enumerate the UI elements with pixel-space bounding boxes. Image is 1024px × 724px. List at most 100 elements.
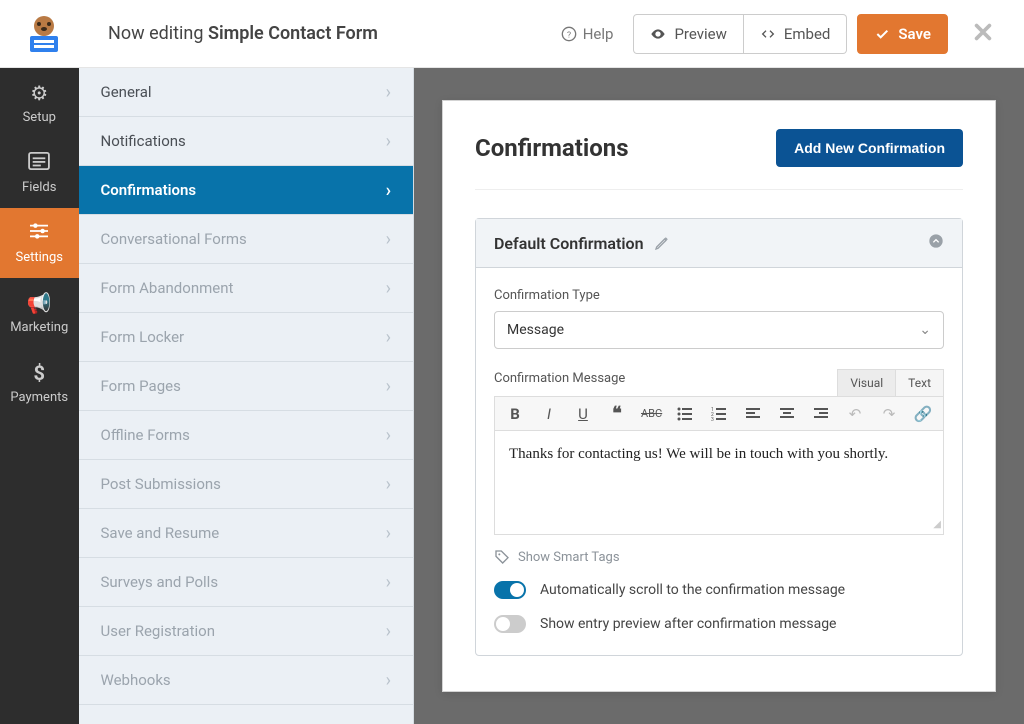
- dollar-icon: $: [34, 361, 45, 385]
- sidebar-item-user-registration[interactable]: User Registration ›: [79, 607, 414, 656]
- entry-preview-toggle[interactable]: [494, 615, 526, 633]
- confirmations-panel: Confirmations Add New Confirmation Defau…: [442, 100, 996, 692]
- bullet-list-button[interactable]: [675, 407, 695, 421]
- sidebar-item-form-pages[interactable]: Form Pages ›: [79, 362, 414, 411]
- undo-button[interactable]: ↶: [845, 405, 865, 423]
- chevron-right-icon: ›: [386, 131, 391, 152]
- nav-item-fields[interactable]: Fields: [0, 138, 79, 208]
- sidebar-item-label: Offline Forms: [101, 426, 190, 444]
- embed-button[interactable]: Embed: [744, 14, 848, 54]
- sidebar-item-offline-forms[interactable]: Offline Forms ›: [79, 411, 414, 460]
- toggle-label: Show entry preview after confirmation me…: [540, 616, 836, 632]
- nav-label: Setup: [23, 110, 56, 125]
- main: ⚙ Setup Fields Settings 📢 Marketing $ Pa…: [0, 68, 1024, 724]
- editing-label: Now editing Simple Contact Form: [88, 23, 378, 44]
- strike-button[interactable]: ABC: [641, 407, 661, 420]
- add-new-confirmation-button[interactable]: Add New Confirmation: [776, 129, 963, 167]
- sidebar-item-form-abandonment[interactable]: Form Abandonment›: [79, 264, 414, 313]
- sidebar-item-label: User Registration: [101, 622, 216, 640]
- pencil-icon[interactable]: [654, 235, 670, 251]
- resize-grip-icon[interactable]: ◢: [933, 517, 941, 533]
- preview-embed-group: Preview Embed: [633, 14, 847, 54]
- sidebar-item-conversational-forms[interactable]: Conversational Forms›: [79, 215, 414, 264]
- toggle-auto-scroll: Automatically scroll to the confirmation…: [494, 581, 944, 599]
- sidebar-item-label: General: [101, 83, 152, 101]
- nav-label: Settings: [16, 250, 63, 265]
- card-head[interactable]: Default Confirmation: [476, 219, 962, 268]
- underline-button[interactable]: U: [573, 405, 593, 423]
- panel-head: Confirmations Add New Confirmation: [475, 129, 963, 190]
- preview-button[interactable]: Preview: [633, 14, 743, 54]
- help-link[interactable]: ? Help: [551, 17, 624, 51]
- list-icon: [28, 151, 50, 175]
- card-body: Confirmation Type Message ⌄ Confirmation…: [476, 268, 962, 655]
- sidebar-item-label: Form Locker: [101, 328, 185, 346]
- help-icon: ?: [561, 26, 577, 42]
- chevron-right-icon: ›: [386, 425, 391, 446]
- sidebar-item-notifications[interactable]: Notifications›: [79, 117, 414, 166]
- sidebar-item-webhooks[interactable]: Webhooks ›: [79, 656, 414, 705]
- message-editor[interactable]: Thanks for contacting us! We will be in …: [494, 431, 944, 535]
- close-button[interactable]: [958, 9, 1008, 58]
- collapse-toggle[interactable]: [928, 233, 944, 253]
- link-button[interactable]: 🔗: [913, 405, 933, 423]
- sidebar-item-label: Webhooks: [101, 671, 171, 689]
- tab-visual[interactable]: Visual: [837, 369, 896, 396]
- sidebar-item-post-submissions[interactable]: Post Submissions›: [79, 460, 414, 509]
- editing-prefix: Now editing: [108, 23, 208, 44]
- numbered-list-button[interactable]: 123: [709, 407, 729, 421]
- sliders-icon: [28, 221, 50, 245]
- tag-icon: [494, 549, 510, 565]
- sidebar-item-label: Post Submissions: [101, 475, 221, 493]
- confirmation-card: Default Confirmation Confirmation Type M…: [475, 218, 963, 656]
- italic-button[interactable]: I: [539, 405, 559, 423]
- nav-item-marketing[interactable]: 📢 Marketing: [0, 278, 79, 348]
- nav-item-payments[interactable]: $ Payments: [0, 348, 79, 418]
- sidebar-item-confirmations[interactable]: Confirmations›: [79, 166, 414, 215]
- confirmation-type-label: Confirmation Type: [494, 288, 944, 303]
- help-label: Help: [583, 25, 614, 43]
- sidebar-item-label: Confirmations: [101, 181, 197, 199]
- nav-item-setup[interactable]: ⚙ Setup: [0, 68, 79, 138]
- chevron-right-icon: ›: [386, 327, 391, 348]
- show-smart-tags-link[interactable]: Show Smart Tags: [494, 549, 944, 565]
- align-right-button[interactable]: [811, 408, 831, 420]
- embed-label: Embed: [784, 25, 831, 43]
- sidebar-item-label: Form Abandonment: [101, 279, 234, 297]
- sidebar-item-label: Save and Resume: [101, 524, 220, 542]
- app-logo: [0, 0, 88, 68]
- chevron-right-icon: ›: [386, 670, 391, 691]
- svg-text:?: ?: [567, 30, 571, 40]
- card-title: Default Confirmation: [494, 234, 670, 253]
- chevron-right-icon: ›: [386, 621, 391, 642]
- confirmation-type-select[interactable]: Message ⌄: [494, 311, 944, 349]
- align-left-button[interactable]: [743, 408, 763, 420]
- redo-button[interactable]: ↷: [879, 405, 899, 423]
- gear-icon: ⚙: [30, 81, 48, 105]
- toggle-entry-preview: Show entry preview after confirmation me…: [494, 615, 944, 633]
- sidebar-item-save-and-resume[interactable]: Save and Resume›: [79, 509, 414, 558]
- blockquote-button[interactable]: ❝: [607, 403, 627, 424]
- nav-label: Fields: [22, 180, 56, 195]
- svg-text:3: 3: [711, 417, 714, 421]
- card-title-text: Default Confirmation: [494, 234, 644, 253]
- chevron-right-icon: ›: [386, 376, 391, 397]
- tab-text[interactable]: Text: [896, 369, 944, 396]
- nav-item-settings[interactable]: Settings: [0, 208, 79, 278]
- message-text: Thanks for contacting us! We will be in …: [509, 446, 888, 462]
- save-button[interactable]: Save: [857, 14, 948, 54]
- auto-scroll-toggle[interactable]: [494, 581, 526, 599]
- sidebar-item-form-locker[interactable]: Form Locker ›: [79, 313, 414, 362]
- select-value: Message: [507, 322, 564, 338]
- sidebar-item-label: Form Pages: [101, 377, 181, 395]
- align-center-button[interactable]: [777, 408, 797, 420]
- sidebar-item-surveys-and-polls[interactable]: Surveys and Polls›: [79, 558, 414, 607]
- eye-icon: [650, 26, 666, 42]
- confirmation-message-label: Confirmation Message: [494, 371, 625, 386]
- editor-tabs: Visual Text: [837, 369, 944, 396]
- sidebar-item-general[interactable]: General›: [79, 68, 414, 117]
- bold-button[interactable]: B: [505, 405, 525, 423]
- save-label: Save: [898, 25, 931, 43]
- chevron-right-icon: ›: [386, 229, 391, 250]
- topbar: Now editing Simple Contact Form ? Help P…: [0, 0, 1024, 68]
